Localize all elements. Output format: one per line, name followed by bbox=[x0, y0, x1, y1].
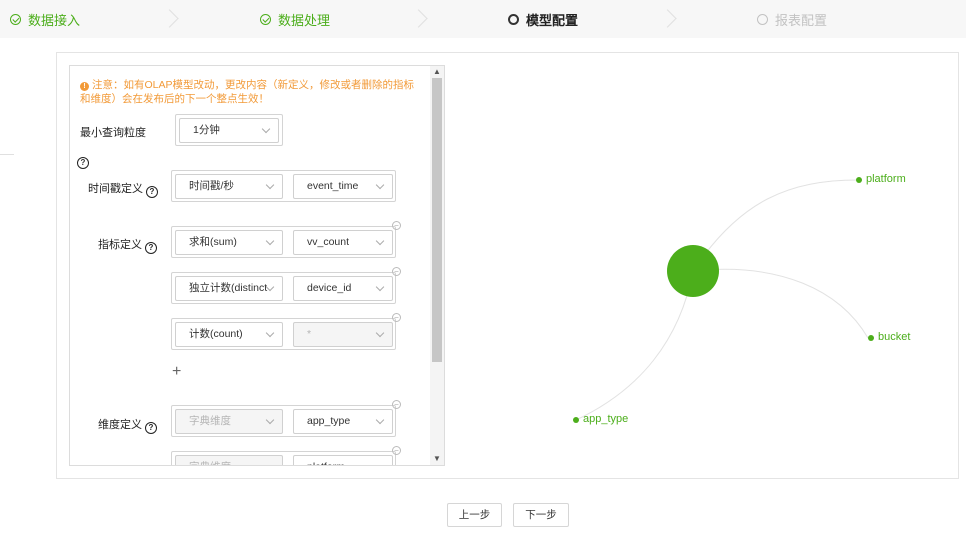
chevron-down-icon bbox=[265, 180, 275, 190]
remove-icon[interactable]: − bbox=[392, 446, 401, 455]
form-scrollbar[interactable]: ▲ ▼ bbox=[430, 66, 444, 465]
graph-center-node[interactable] bbox=[667, 245, 719, 297]
chevron-down-icon bbox=[375, 236, 385, 246]
graph-node-platform[interactable]: platform bbox=[866, 173, 906, 185]
min-granularity-group: 1分钟 bbox=[175, 114, 283, 146]
dimension-type-select[interactable]: 字典维度 bbox=[175, 455, 283, 465]
help-icon[interactable]: ? bbox=[146, 186, 158, 198]
help-icon[interactable]: ? bbox=[77, 157, 89, 169]
dimension-type-select[interactable]: 字典维度 bbox=[175, 409, 283, 434]
chevron-down-icon bbox=[375, 180, 385, 190]
scroll-down-icon[interactable]: ▼ bbox=[430, 453, 444, 465]
dimension-field-select[interactable]: platform bbox=[293, 455, 393, 465]
scrollbar-thumb[interactable] bbox=[432, 78, 442, 362]
chevron-down-icon bbox=[265, 415, 275, 425]
graph-node-app-type[interactable]: app_type bbox=[583, 413, 628, 425]
chevron-down-icon bbox=[375, 415, 385, 425]
remove-icon[interactable]: − bbox=[392, 221, 401, 230]
next-step-button[interactable]: 下一步 bbox=[513, 503, 569, 527]
help-icon[interactable]: ? bbox=[145, 242, 157, 254]
metric-agg-select[interactable]: 独立计数(distinct bbox=[175, 276, 283, 301]
chevron-down-icon bbox=[261, 124, 271, 134]
help-icon[interactable]: ? bbox=[145, 422, 157, 434]
timestamp-label: 时间戳定义? bbox=[88, 180, 158, 198]
timestamp-group: 时间戳/秒 event_time bbox=[171, 170, 396, 202]
graph-node-dot[interactable] bbox=[573, 417, 579, 423]
notice-text: ! 注意：如有OLAP模型改动，更改内容（新定义，修改或者删除的指标和维度）会在发… bbox=[80, 79, 415, 105]
timestamp-type-select[interactable]: 时间戳/秒 bbox=[175, 174, 283, 199]
min-granularity-label: 最小查询粒度 bbox=[80, 127, 146, 139]
graph-node-dot[interactable] bbox=[856, 177, 862, 183]
remove-icon[interactable]: − bbox=[392, 267, 401, 276]
warning-icon: ! bbox=[80, 82, 89, 91]
chevron-down-icon bbox=[375, 328, 385, 338]
remove-icon[interactable]: − bbox=[392, 400, 401, 409]
metric-agg-select[interactable]: 计数(count) bbox=[175, 322, 283, 347]
chevron-down-icon bbox=[375, 461, 385, 465]
graph-link-bucket bbox=[692, 268, 869, 339]
metric-field-select[interactable]: vv_count bbox=[293, 230, 393, 255]
graph-link-platform bbox=[692, 179, 859, 272]
chevron-down-icon bbox=[375, 282, 385, 292]
scroll-up-icon[interactable]: ▲ bbox=[430, 66, 444, 78]
metric-field-select[interactable]: * bbox=[293, 322, 393, 347]
chevron-down-icon bbox=[265, 236, 275, 246]
metrics-label: 指标定义? bbox=[98, 236, 157, 254]
graph-node-bucket[interactable]: bucket bbox=[878, 331, 910, 343]
chevron-down-icon bbox=[265, 328, 275, 338]
graph-node-dot[interactable] bbox=[868, 335, 874, 341]
min-granularity-select[interactable]: 1分钟 bbox=[179, 118, 279, 143]
dimension-row: 字典维度 app_type bbox=[171, 405, 396, 437]
dimension-field-select[interactable]: app_type bbox=[293, 409, 393, 434]
remove-icon[interactable]: − bbox=[392, 313, 401, 322]
timestamp-field-select[interactable]: event_time bbox=[293, 174, 393, 199]
model-config-form: ! 注意：如有OLAP模型改动，更改内容（新定义，修改或者删除的指标和维度）会在发… bbox=[69, 65, 445, 466]
metric-row: 计数(count) * bbox=[171, 318, 396, 350]
chevron-down-icon bbox=[265, 461, 275, 465]
dimension-row: 字典维度 platform bbox=[171, 451, 396, 465]
add-metric-icon[interactable]: + bbox=[172, 363, 181, 381]
metric-row: 求和(sum) vv_count bbox=[171, 226, 396, 258]
metric-row: 独立计数(distinct device_id bbox=[171, 272, 396, 304]
prev-step-button[interactable]: 上一步 bbox=[447, 503, 502, 527]
metric-field-select[interactable]: device_id bbox=[293, 276, 393, 301]
metric-agg-select[interactable]: 求和(sum) bbox=[175, 230, 283, 255]
dimensions-label: 维度定义? bbox=[98, 416, 157, 434]
graph-link-app-type bbox=[575, 270, 694, 421]
